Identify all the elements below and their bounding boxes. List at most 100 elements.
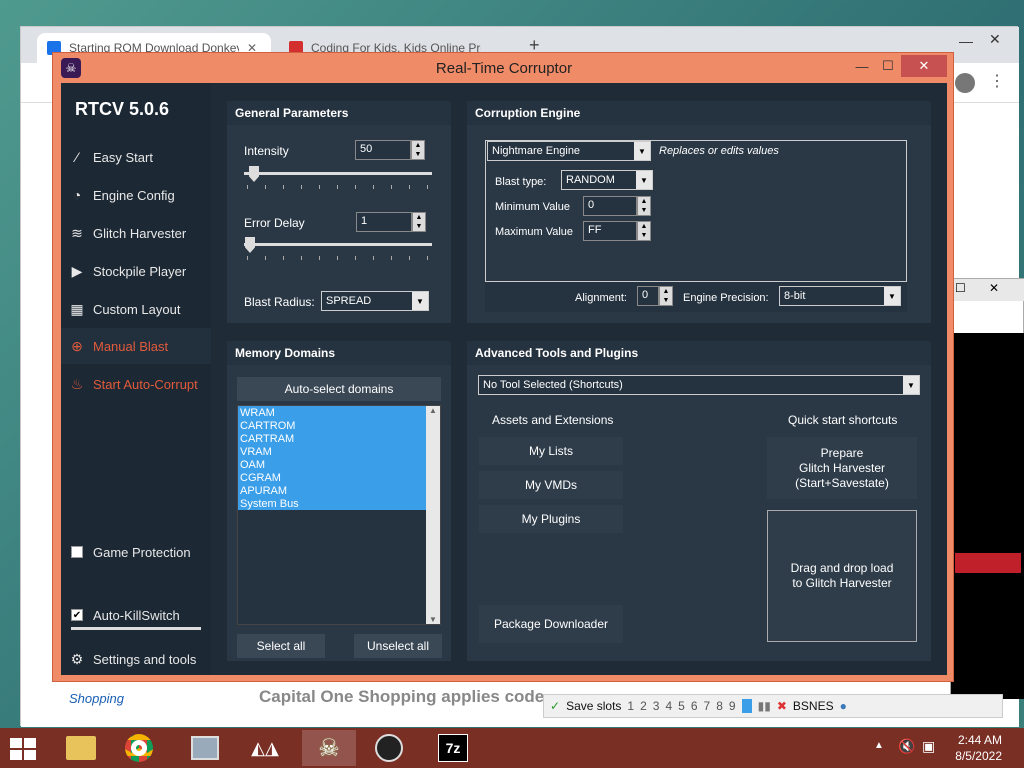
prepare-glitch-harvester-button[interactable]: Prepare Glitch Harvester (Start+Savestat… xyxy=(767,437,917,499)
rtc-taskbar-icon[interactable]: ☠ xyxy=(302,730,356,766)
windows-start-button[interactable] xyxy=(10,738,36,760)
sidebar-item-custom-layout[interactable]: ▦ Custom Layout xyxy=(61,291,211,327)
browser-close-icon[interactable]: ✕ xyxy=(989,31,1001,48)
panel-header: General Parameters xyxy=(227,101,451,125)
window-title: Real-Time Corruptor xyxy=(435,59,573,77)
bizhawk-icon[interactable]: ◭◮ xyxy=(238,730,292,766)
unselect-all-button[interactable]: Unselect all xyxy=(354,634,442,658)
drag-drop-zone[interactable]: Drag and drop load to Glitch Harvester xyxy=(767,510,917,642)
sidebar-item-label: Easy Start xyxy=(93,149,153,165)
engine-precision-label: Engine Precision: xyxy=(683,292,769,304)
slot-4[interactable]: 4 xyxy=(665,699,672,713)
error-delay-slider-thumb[interactable] xyxy=(245,237,255,253)
chevron-down-icon: ▼ xyxy=(636,171,652,189)
blast-type-select[interactable]: RANDOM ▼ xyxy=(561,170,653,190)
shopping-link[interactable]: Shopping xyxy=(69,691,124,706)
list-item[interactable]: CGRAM xyxy=(240,472,299,485)
blast-type-label: Blast type: xyxy=(495,176,547,188)
sidebar-item-stockpile-player[interactable]: ▶ Stockpile Player xyxy=(61,253,211,289)
task-manager-icon[interactable] xyxy=(178,730,232,766)
alignment-stepper[interactable]: ▲ ▼ xyxy=(659,286,673,306)
alignment-input[interactable]: 0 xyxy=(637,286,659,306)
sidebar-item-start-auto-corrupt[interactable]: ♨ Start Auto-Corrupt xyxy=(61,366,211,402)
slot-5[interactable]: 5 xyxy=(678,699,685,713)
file-explorer-icon[interactable] xyxy=(54,730,108,766)
list-item[interactable]: WRAM xyxy=(240,407,299,420)
auto-select-domains-button[interactable]: Auto-select domains xyxy=(237,377,441,401)
sidebar-item-glitch-harvester[interactable]: ≋ Glitch Harvester xyxy=(61,215,211,251)
chrome-icon[interactable] xyxy=(112,730,166,766)
my-plugins-button[interactable]: My Plugins xyxy=(479,505,623,533)
fire-icon: ♨ xyxy=(70,375,84,392)
list-item[interactable]: CARTRAM xyxy=(240,433,299,446)
engine-precision-select[interactable]: 8-bit ▼ xyxy=(779,286,901,306)
select-all-button[interactable]: Select all xyxy=(237,634,325,658)
clock-time[interactable]: 2:44 AM xyxy=(956,733,1002,747)
maximum-value-stepper[interactable]: ▲ ▼ xyxy=(637,221,651,241)
package-downloader-button[interactable]: Package Downloader xyxy=(479,605,623,643)
list-item[interactable]: CARTROM xyxy=(240,420,299,433)
slot-8[interactable]: 8 xyxy=(716,699,723,713)
sidebar-item-label: Start Auto-Corrupt xyxy=(93,376,198,392)
sidebar-item-manual-blast[interactable]: ⊕ Manual Blast xyxy=(61,328,211,364)
slot-1[interactable]: 1 xyxy=(627,699,634,713)
maximize-button[interactable]: ☐ xyxy=(875,55,901,77)
my-lists-button[interactable]: My Lists xyxy=(479,437,623,465)
pause-icon[interactable]: ▮▮ xyxy=(758,699,771,713)
intensity-slider-thumb[interactable] xyxy=(249,166,259,182)
panel-header: Advanced Tools and Plugins xyxy=(467,341,931,365)
slot-6[interactable]: 6 xyxy=(691,699,698,713)
slot-0-selected[interactable] xyxy=(741,699,752,713)
sidebar-item-engine-config[interactable]: ◔ Engine Config xyxy=(61,177,211,213)
slot-3[interactable]: 3 xyxy=(653,699,660,713)
network-icon[interactable]: ▣ xyxy=(922,738,935,755)
volume-muted-icon[interactable]: 🔇 xyxy=(898,738,915,755)
grid-icon: ▦ xyxy=(70,300,84,317)
auto-killswitch-checkbox[interactable]: ✔ xyxy=(71,609,83,621)
pirate-app-icon[interactable] xyxy=(362,730,416,766)
error-delay-slider-track[interactable] xyxy=(244,243,432,246)
blast-radius-label: Blast Radius: xyxy=(244,295,315,309)
clock-date[interactable]: 8/5/2022 xyxy=(950,749,1002,763)
intensity-label: Intensity xyxy=(244,144,289,158)
maximum-value-input[interactable]: FF xyxy=(583,221,637,241)
domain-list-scrollbar[interactable]: ▲ ▼ xyxy=(426,406,440,624)
intensity-slider-track[interactable] xyxy=(244,172,432,175)
list-item[interactable]: OAM xyxy=(240,459,299,472)
close-icon[interactable]: ✕ xyxy=(989,281,999,295)
profile-avatar[interactable] xyxy=(955,73,975,93)
game-protection-toggle[interactable]: Game Protection xyxy=(61,534,211,570)
minimum-value-stepper[interactable]: ▲ ▼ xyxy=(637,196,651,216)
tool-select[interactable]: No Tool Selected (Shortcuts) ▼ xyxy=(478,375,920,395)
blast-radius-select[interactable]: SPREAD ▼ xyxy=(321,291,429,311)
list-item[interactable]: System Bus xyxy=(240,498,299,511)
slot-7[interactable]: 7 xyxy=(704,699,711,713)
list-item[interactable]: VRAM xyxy=(240,446,299,459)
show-hidden-icons[interactable]: ▲ xyxy=(874,740,884,751)
sidebar-item-settings[interactable]: ⚙ Settings and tools xyxy=(61,641,211,677)
slot-9[interactable]: 9 xyxy=(729,699,736,713)
slot-2[interactable]: 2 xyxy=(640,699,647,713)
assets-header: Assets and Extensions xyxy=(492,413,614,427)
intensity-stepper[interactable]: ▲ ▼ xyxy=(411,140,425,160)
close-button[interactable]: ✕ xyxy=(901,55,947,77)
7zip-icon[interactable]: 7z xyxy=(426,730,480,766)
domain-list[interactable]: WRAM CARTROM CARTRAM VRAM OAM CGRAM APUR… xyxy=(237,405,441,625)
minimize-button[interactable]: — xyxy=(849,55,875,77)
save-slots-label: Save slots xyxy=(566,699,622,713)
error-delay-input[interactable]: 1 xyxy=(356,212,412,232)
engine-value: Nightmare Engine xyxy=(492,145,581,157)
browser-minimize-icon[interactable]: — xyxy=(959,33,973,49)
list-item[interactable]: APURAM xyxy=(240,485,299,498)
sidebar-item-easy-start[interactable]: ⁄ Easy Start xyxy=(61,139,211,175)
intensity-input[interactable]: 50 xyxy=(355,140,411,160)
error-delay-stepper[interactable]: ▲ ▼ xyxy=(412,212,426,232)
my-vmds-button[interactable]: My VMDs xyxy=(479,471,623,499)
engine-select[interactable]: Nightmare Engine ▼ xyxy=(487,141,651,161)
emulator-status-strip: ✓ Save slots 1 2 3 4 5 6 7 8 9 ▮▮ ✖ BSNE… xyxy=(543,694,1003,718)
menu-dots-icon[interactable]: ⋮ xyxy=(989,71,1005,91)
game-protection-checkbox[interactable] xyxy=(71,546,83,558)
maximize-icon[interactable]: ☐ xyxy=(955,281,966,295)
minimum-value-input[interactable]: 0 xyxy=(583,196,637,216)
core-label: BSNES xyxy=(792,699,834,713)
